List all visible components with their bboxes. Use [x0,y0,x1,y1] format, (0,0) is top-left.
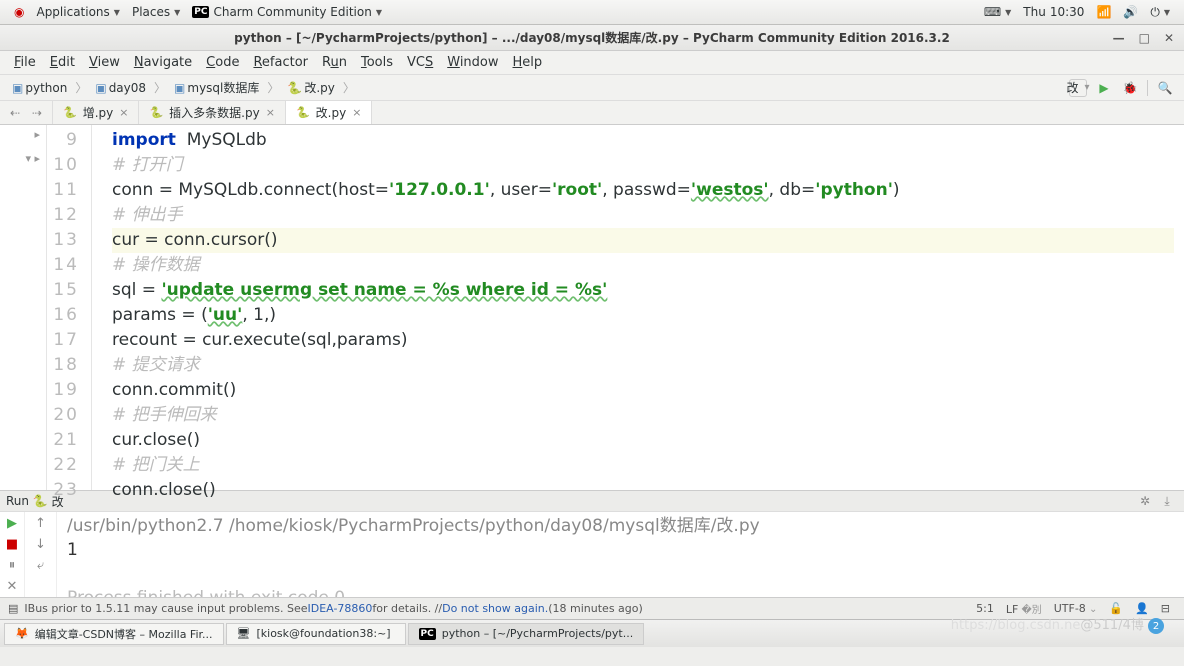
gnome-taskbar: 🦊编辑文章-CSDN博客 – Mozilla Fir... 🖥[kiosk@fo… [0,619,1184,647]
taskbar-item[interactable]: 🖥[kiosk@foundation38:~] [226,623,406,645]
close-icon[interactable]: × [119,106,128,119]
crumb-file[interactable]: 🐍 改.py [281,77,341,98]
menu-run[interactable]: Run [316,53,353,72]
run-config-selector[interactable]: 改 ▾ [1069,79,1087,97]
editor-tabs-row: ⇠ ⇢ 🐍增.py× 🐍插入多条数据.py× 🐍改.py× [0,101,1184,125]
memory-icon[interactable]: ⊟ [1155,602,1176,615]
run-label: Run [6,494,29,508]
search-everywhere-button[interactable]: 🔍 [1156,79,1174,97]
tool-window-toggle-icon[interactable]: ▤ [8,602,18,615]
file-encoding[interactable]: UTF-8 ⌄ [1048,602,1104,615]
back-icon[interactable]: ⇠ [6,104,24,122]
crumb-project[interactable]: ▣ python [6,79,73,97]
taskbar-item-active[interactable]: PCpython – [~/PycharmProjects/pyt... [408,623,645,645]
crumb-folder-day08[interactable]: ▣ day08 [89,79,152,97]
inspection-icon[interactable]: 👤 [1129,602,1155,615]
menu-help[interactable]: Help [507,53,549,72]
editor-tab[interactable]: 🐍插入多条数据.py× [139,101,285,124]
status-bar: ▤ IBus prior to 1.5.11 may cause input p… [0,597,1184,619]
gnome-top-bar: ◉ Applications ▼ Places ▼ PCCharm Commun… [0,0,1184,25]
clock[interactable]: Thu 10:30 [1017,5,1090,19]
scroll-down-icon[interactable]: ↓ [35,537,46,552]
gutter: 91011121314151617181920212223 [47,125,92,490]
pause-icon[interactable]: ⏸ [9,558,16,573]
scroll-up-icon[interactable]: ↑ [35,516,46,531]
run-button[interactable]: ▶ [1095,79,1113,97]
close-icon[interactable]: × [352,106,361,119]
menu-view[interactable]: View [83,53,126,72]
menu-edit[interactable]: Edit [44,53,81,72]
line-separator[interactable]: LF �別 [1000,601,1048,616]
run-tool-window: ▶ ■ ⏸ ✕ ↑ ↓ ⤶ /usr/bin/python2.7 /home/k… [0,512,1184,597]
rerun-icon[interactable]: ▶ [7,516,17,531]
menu-navigate[interactable]: Navigate [128,53,198,72]
close-run-icon[interactable]: ✕ [7,579,18,594]
crumb-folder-db[interactable]: ▣ mysql数据库 [168,77,265,98]
window-minimize-button[interactable]: — [1113,31,1125,45]
editor-tab-active[interactable]: 🐍改.py× [286,101,372,124]
activities-icon[interactable]: ◉ [8,5,30,19]
volume-icon[interactable]: 🔊 [1117,5,1144,19]
taskbar-item[interactable]: 🦊编辑文章-CSDN博客 – Mozilla Fir... [4,623,224,645]
input-method-icon[interactable]: ⌨ ▼ [978,5,1017,19]
window-titlebar: python – [~/PycharmProjects/python] – ..… [0,25,1184,51]
forward-icon[interactable]: ⇢ [28,104,46,122]
window-title: python – [~/PycharmProjects/python] – ..… [234,29,950,46]
do-not-show-link[interactable]: Do not show again. [442,602,548,615]
stop-icon[interactable]: ■ [6,537,18,552]
debug-button[interactable]: 🐞 [1121,79,1139,97]
editor-tab[interactable]: 🐍增.py× [53,101,139,124]
menu-file[interactable]: File [8,53,42,72]
menu-window[interactable]: Window [441,53,504,72]
close-icon[interactable]: × [266,106,275,119]
places-menu[interactable]: Places ▼ [126,5,186,19]
network-icon[interactable]: 📶 [1090,5,1117,19]
menu-vcs[interactable]: VCS [401,53,439,72]
power-icon[interactable]: ⏻ ▼ [1144,5,1176,20]
menu-code[interactable]: Code [200,53,245,72]
idea-issue-link[interactable]: IDEA-78860 [308,602,373,615]
applications-menu[interactable]: Applications ▼ [30,5,125,19]
menu-refactor[interactable]: Refactor [247,53,314,72]
active-app-menu[interactable]: PCCharm Community Edition ▼ [186,5,388,19]
code-editor[interactable]: ▸▾ ▸ 91011121314151617181920212223 impor… [0,125,1184,490]
navigation-bar: ▣ python〉 ▣ day08〉 ▣ mysql数据库〉 🐍 改.py〉 改… [0,75,1184,101]
lock-icon[interactable]: 🔓 [1103,602,1129,615]
window-maximize-button[interactable]: □ [1139,31,1150,45]
soft-wrap-icon[interactable]: ⤶ [37,558,44,573]
caret-position[interactable]: 5:1 [970,602,1000,615]
run-output[interactable]: /usr/bin/python2.7 /home/kiosk/PycharmPr… [57,512,1184,597]
main-menu-bar: File Edit View Navigate Code Refactor Ru… [0,51,1184,75]
menu-tools[interactable]: Tools [355,53,399,72]
window-close-button[interactable]: ✕ [1164,31,1174,45]
